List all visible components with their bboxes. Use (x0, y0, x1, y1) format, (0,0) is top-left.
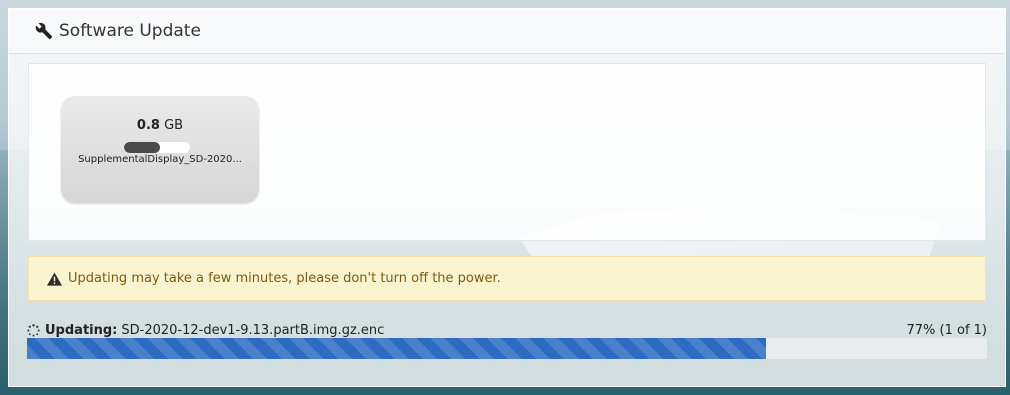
file-size-value: 0.8 (136, 118, 160, 133)
wrench-icon (35, 22, 53, 40)
page-title: Software Update (59, 21, 201, 41)
file-progress-bar (124, 142, 190, 153)
panel-header: Software Update (9, 9, 1005, 54)
files-area: 0.8 GB SupplementalDisplay_SD-2020... (28, 63, 986, 241)
status-filename: SD-2020-12-dev1-9.13.partB.img.gz.enc (121, 322, 385, 338)
file-size: 0.8 GB (61, 118, 259, 133)
status-percent: 77% (1 of 1) (906, 322, 987, 338)
update-progress-fill (27, 338, 767, 359)
alert-text: Updating may take a few minutes, please … (68, 271, 501, 286)
file-size-unit: GB (164, 118, 184, 133)
spinner-icon (27, 323, 40, 337)
update-progress-bar (27, 338, 987, 359)
warning-alert: Updating may take a few minutes, please … (28, 256, 986, 301)
warning-icon (47, 271, 62, 286)
status-label: Updating: (45, 322, 118, 338)
file-name: SupplementalDisplay_SD-2020... (78, 154, 242, 165)
update-file-card[interactable]: 0.8 GB SupplementalDisplay_SD-2020... (61, 96, 259, 203)
update-status: Updating: SD-2020-12-dev1-9.13.partB.img… (27, 320, 987, 340)
file-progress-fill (124, 142, 161, 153)
